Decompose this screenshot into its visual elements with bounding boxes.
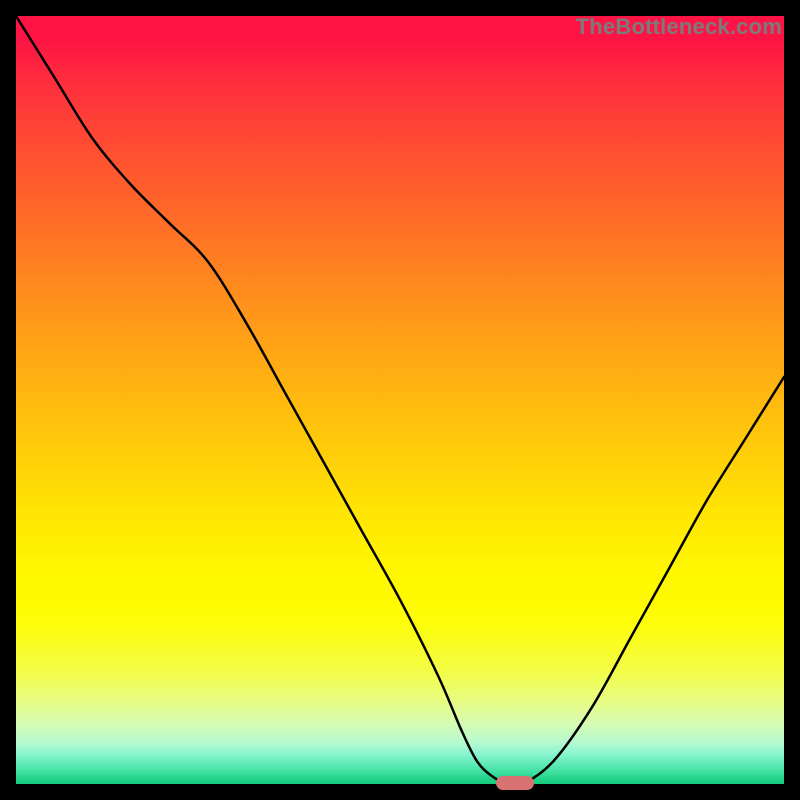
watermark-text: TheBottleneck.com <box>576 14 782 40</box>
chart-frame: TheBottleneck.com <box>0 0 800 800</box>
gradient-plot-area: TheBottleneck.com <box>16 16 784 784</box>
bottleneck-curve <box>16 16 784 784</box>
optimal-marker <box>496 776 534 790</box>
